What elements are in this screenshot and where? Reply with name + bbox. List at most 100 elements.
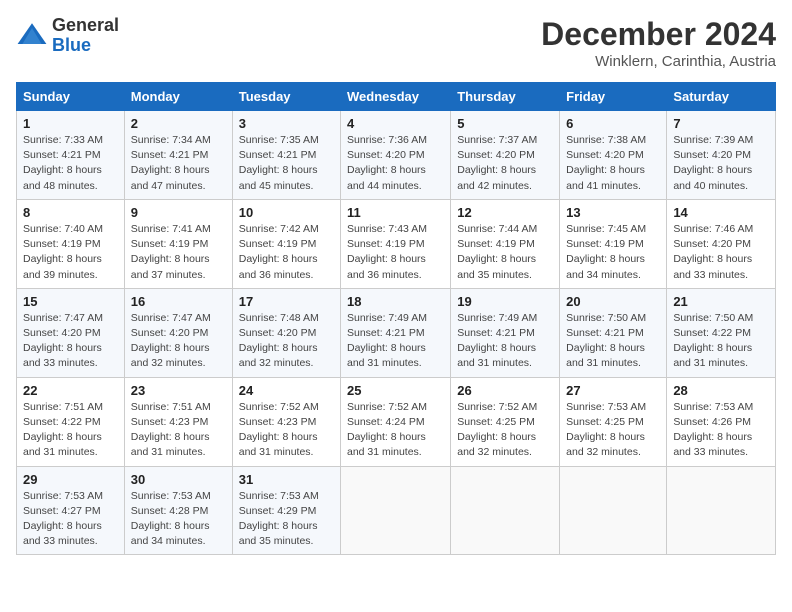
location-title: Winklern, Carinthia, Austria [541,53,776,70]
weekday-header-monday: Monday [124,83,232,111]
calendar-cell: 13 Sunrise: 7:45 AM Sunset: 4:19 PM Dayl… [560,199,667,288]
calendar-cell: 1 Sunrise: 7:33 AM Sunset: 4:21 PM Dayli… [17,111,125,200]
day-number: 11 [347,205,444,220]
day-info: Sunrise: 7:45 AM Sunset: 4:19 PM Dayligh… [566,222,660,283]
day-number: 1 [23,116,118,131]
calendar-cell: 24 Sunrise: 7:52 AM Sunset: 4:23 PM Dayl… [232,377,340,466]
day-number: 27 [566,383,660,398]
weekday-header-row: SundayMondayTuesdayWednesdayThursdayFrid… [17,83,776,111]
day-info: Sunrise: 7:53 AM Sunset: 4:25 PM Dayligh… [566,400,660,461]
weekday-header-saturday: Saturday [667,83,776,111]
day-info: Sunrise: 7:44 AM Sunset: 4:19 PM Dayligh… [457,222,553,283]
weekday-header-thursday: Thursday [451,83,560,111]
day-info: Sunrise: 7:53 AM Sunset: 4:27 PM Dayligh… [23,489,118,550]
calendar-cell: 10 Sunrise: 7:42 AM Sunset: 4:19 PM Dayl… [232,199,340,288]
day-info: Sunrise: 7:42 AM Sunset: 4:19 PM Dayligh… [239,222,334,283]
day-number: 13 [566,205,660,220]
day-info: Sunrise: 7:52 AM Sunset: 4:24 PM Dayligh… [347,400,444,461]
day-info: Sunrise: 7:37 AM Sunset: 4:20 PM Dayligh… [457,133,553,194]
day-info: Sunrise: 7:43 AM Sunset: 4:19 PM Dayligh… [347,222,444,283]
day-number: 22 [23,383,118,398]
calendar-cell: 9 Sunrise: 7:41 AM Sunset: 4:19 PM Dayli… [124,199,232,288]
day-info: Sunrise: 7:39 AM Sunset: 4:20 PM Dayligh… [673,133,769,194]
calendar-cell: 22 Sunrise: 7:51 AM Sunset: 4:22 PM Dayl… [17,377,125,466]
day-number: 6 [566,116,660,131]
calendar-cell: 27 Sunrise: 7:53 AM Sunset: 4:25 PM Dayl… [560,377,667,466]
calendar-cell: 23 Sunrise: 7:51 AM Sunset: 4:23 PM Dayl… [124,377,232,466]
day-number: 21 [673,294,769,309]
calendar-cell: 28 Sunrise: 7:53 AM Sunset: 4:26 PM Dayl… [667,377,776,466]
day-number: 16 [131,294,226,309]
calendar-cell: 11 Sunrise: 7:43 AM Sunset: 4:19 PM Dayl… [341,199,451,288]
day-info: Sunrise: 7:48 AM Sunset: 4:20 PM Dayligh… [239,311,334,372]
day-number: 9 [131,205,226,220]
day-number: 17 [239,294,334,309]
calendar-cell: 18 Sunrise: 7:49 AM Sunset: 4:21 PM Dayl… [341,288,451,377]
day-info: Sunrise: 7:40 AM Sunset: 4:19 PM Dayligh… [23,222,118,283]
calendar-cell [451,466,560,555]
day-number: 31 [239,472,334,487]
day-number: 29 [23,472,118,487]
calendar-cell: 12 Sunrise: 7:44 AM Sunset: 4:19 PM Dayl… [451,199,560,288]
day-info: Sunrise: 7:52 AM Sunset: 4:23 PM Dayligh… [239,400,334,461]
day-info: Sunrise: 7:35 AM Sunset: 4:21 PM Dayligh… [239,133,334,194]
day-info: Sunrise: 7:49 AM Sunset: 4:21 PM Dayligh… [457,311,553,372]
day-number: 10 [239,205,334,220]
calendar-cell: 14 Sunrise: 7:46 AM Sunset: 4:20 PM Dayl… [667,199,776,288]
calendar-cell [667,466,776,555]
day-info: Sunrise: 7:51 AM Sunset: 4:22 PM Dayligh… [23,400,118,461]
day-info: Sunrise: 7:34 AM Sunset: 4:21 PM Dayligh… [131,133,226,194]
calendar-cell: 7 Sunrise: 7:39 AM Sunset: 4:20 PM Dayli… [667,111,776,200]
calendar-cell: 30 Sunrise: 7:53 AM Sunset: 4:28 PM Dayl… [124,466,232,555]
day-number: 18 [347,294,444,309]
logo: General Blue [16,16,119,56]
day-info: Sunrise: 7:33 AM Sunset: 4:21 PM Dayligh… [23,133,118,194]
calendar-cell: 4 Sunrise: 7:36 AM Sunset: 4:20 PM Dayli… [341,111,451,200]
calendar-cell [560,466,667,555]
calendar-cell: 19 Sunrise: 7:49 AM Sunset: 4:21 PM Dayl… [451,288,560,377]
day-info: Sunrise: 7:50 AM Sunset: 4:22 PM Dayligh… [673,311,769,372]
calendar-cell: 15 Sunrise: 7:47 AM Sunset: 4:20 PM Dayl… [17,288,125,377]
day-number: 24 [239,383,334,398]
calendar-week-row: 8 Sunrise: 7:40 AM Sunset: 4:19 PM Dayli… [17,199,776,288]
day-number: 30 [131,472,226,487]
calendar-cell: 21 Sunrise: 7:50 AM Sunset: 4:22 PM Dayl… [667,288,776,377]
day-number: 3 [239,116,334,131]
day-info: Sunrise: 7:38 AM Sunset: 4:20 PM Dayligh… [566,133,660,194]
day-info: Sunrise: 7:53 AM Sunset: 4:28 PM Dayligh… [131,489,226,550]
calendar-cell: 8 Sunrise: 7:40 AM Sunset: 4:19 PM Dayli… [17,199,125,288]
weekday-header-friday: Friday [560,83,667,111]
calendar-cell: 26 Sunrise: 7:52 AM Sunset: 4:25 PM Dayl… [451,377,560,466]
day-number: 12 [457,205,553,220]
day-info: Sunrise: 7:50 AM Sunset: 4:21 PM Dayligh… [566,311,660,372]
title-section: December 2024 Winklern, Carinthia, Austr… [541,16,776,70]
day-info: Sunrise: 7:52 AM Sunset: 4:25 PM Dayligh… [457,400,553,461]
day-info: Sunrise: 7:47 AM Sunset: 4:20 PM Dayligh… [23,311,118,372]
day-number: 2 [131,116,226,131]
day-number: 14 [673,205,769,220]
calendar-cell: 6 Sunrise: 7:38 AM Sunset: 4:20 PM Dayli… [560,111,667,200]
calendar-table: SundayMondayTuesdayWednesdayThursdayFrid… [16,82,776,555]
day-info: Sunrise: 7:53 AM Sunset: 4:29 PM Dayligh… [239,489,334,550]
day-number: 5 [457,116,553,131]
day-number: 8 [23,205,118,220]
day-number: 25 [347,383,444,398]
weekday-header-tuesday: Tuesday [232,83,340,111]
calendar-week-row: 22 Sunrise: 7:51 AM Sunset: 4:22 PM Dayl… [17,377,776,466]
day-info: Sunrise: 7:47 AM Sunset: 4:20 PM Dayligh… [131,311,226,372]
day-info: Sunrise: 7:51 AM Sunset: 4:23 PM Dayligh… [131,400,226,461]
logo-general: General [52,15,119,35]
calendar-week-row: 29 Sunrise: 7:53 AM Sunset: 4:27 PM Dayl… [17,466,776,555]
calendar-cell: 25 Sunrise: 7:52 AM Sunset: 4:24 PM Dayl… [341,377,451,466]
month-title: December 2024 [541,16,776,53]
calendar-cell: 17 Sunrise: 7:48 AM Sunset: 4:20 PM Dayl… [232,288,340,377]
day-number: 15 [23,294,118,309]
day-number: 20 [566,294,660,309]
day-number: 23 [131,383,226,398]
calendar-cell: 31 Sunrise: 7:53 AM Sunset: 4:29 PM Dayl… [232,466,340,555]
day-number: 26 [457,383,553,398]
calendar-cell: 20 Sunrise: 7:50 AM Sunset: 4:21 PM Dayl… [560,288,667,377]
calendar-week-row: 1 Sunrise: 7:33 AM Sunset: 4:21 PM Dayli… [17,111,776,200]
calendar-cell: 16 Sunrise: 7:47 AM Sunset: 4:20 PM Dayl… [124,288,232,377]
day-info: Sunrise: 7:41 AM Sunset: 4:19 PM Dayligh… [131,222,226,283]
